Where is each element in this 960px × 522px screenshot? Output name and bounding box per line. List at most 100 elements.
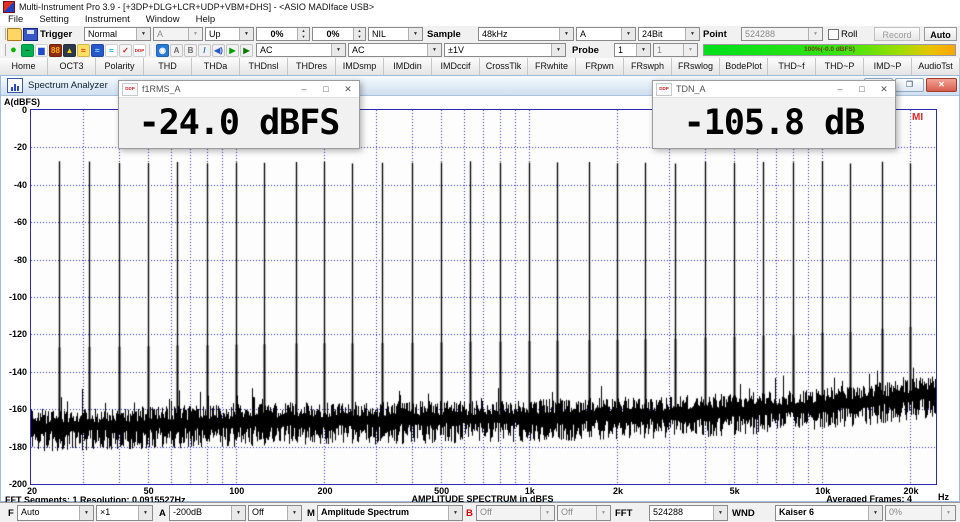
trigger-source-select[interactable]: A▼ (153, 27, 203, 41)
tab-audiotst[interactable]: AudioTst (912, 58, 960, 75)
amplitude-range-select[interactable]: -200dB▼ (169, 505, 246, 521)
close-button[interactable]: ✕ (873, 84, 895, 95)
close-button[interactable]: ✕ (337, 84, 359, 95)
multimeter-icon[interactable]: 88 (49, 44, 62, 57)
menu-setting[interactable]: Setting (31, 14, 77, 25)
y-tick-label: -180 (1, 442, 27, 452)
fft-size-select[interactable]: 524288▼ (649, 505, 728, 521)
maximize-button[interactable]: □ (315, 84, 337, 94)
tab-frswlog[interactable]: FRswlog (672, 58, 720, 75)
window-function-select[interactable]: Kaiser 6▼ (775, 505, 883, 521)
ddp-viewer-icon[interactable]: ≈ (91, 44, 104, 57)
ddp-titlebar[interactable]: DDP TDN_A – □ ✕ (653, 81, 895, 98)
instrument-icon-tray: ●~▆88▲≈≈≈✓DDP◉AB/◀)▶▶ (7, 43, 253, 57)
record-button[interactable]: Record (874, 27, 920, 41)
frequency-axis-label: F (8, 508, 14, 519)
tab-imd-p[interactable]: IMD~P (864, 58, 912, 75)
minimize-button[interactable]: – (293, 84, 315, 94)
probe-b-select[interactable]: 1▼ (653, 43, 698, 57)
sampling-rate-select[interactable]: 48kHz▼ (478, 27, 574, 41)
oscilloscope-icon[interactable]: ~ (21, 44, 34, 57)
frequency-axis-select[interactable]: Auto▼ (17, 505, 94, 521)
data-logger-icon[interactable]: ≈ (77, 44, 90, 57)
tab-thd[interactable]: THD (144, 58, 192, 75)
sampling-toolbar: Trigger Normal▼ A▼ Up▼ 0%▲▼ 0%▲▼ NIL▼ Sa… (0, 26, 960, 43)
frequency-zoom-select[interactable]: ×1▼ (96, 505, 153, 521)
tab-thd-p[interactable]: THD~P (816, 58, 864, 75)
trigger-edge-select[interactable]: Up▼ (205, 27, 254, 41)
ddp-titlebar[interactable]: DDP f1RMS_A – □ ✕ (119, 81, 359, 98)
spectrum-analyzer-icon[interactable]: ▆ (35, 44, 48, 57)
trigger-delay-input[interactable]: 0%▲▼ (312, 27, 366, 41)
roll-checkbox[interactable] (828, 29, 839, 40)
window-function-label: WND (732, 508, 755, 519)
menu-window[interactable]: Window (138, 14, 188, 25)
view-mode-select[interactable]: Amplitude Spectrum▼ (317, 505, 463, 521)
toolbar-grip[interactable] (1, 44, 6, 56)
sampling-channel-select[interactable]: A▼ (576, 27, 636, 41)
menu-instrument[interactable]: Instrument (77, 14, 138, 25)
calibration-icon[interactable]: ◉ (156, 44, 169, 57)
probe-setup-icon[interactable]: / (198, 44, 211, 57)
tab-frpwn[interactable]: FRpwn (576, 58, 624, 75)
input-level-meter: 100%(-0.0 dBFS) (703, 44, 956, 56)
tab-bodeplot[interactable]: BodePlot (720, 58, 768, 75)
y-tick-label: -100 (1, 292, 27, 302)
menu-file[interactable]: File (0, 14, 31, 25)
overlap-select[interactable]: 0%▼ (885, 505, 956, 521)
amplitude-mode-select[interactable]: Off▼ (248, 505, 302, 521)
marker-a-icon[interactable]: A (170, 44, 183, 57)
sound-output-icon[interactable]: ◀) (212, 44, 225, 57)
auto-button[interactable]: Auto (924, 27, 957, 41)
instrument-toolbar: ●~▆88▲≈≈≈✓DDP◉AB/◀)▶▶ AC▼ AC▼ ±1V▼ Probe… (0, 42, 960, 59)
ddp-value: -105.8 dB (653, 98, 895, 148)
tab-imdsmp[interactable]: IMDsmp (336, 58, 384, 75)
close-button[interactable]: ✕ (926, 78, 957, 92)
run-indicator-icon[interactable]: ● (7, 44, 20, 57)
tab-imdccif[interactable]: IMDccif (432, 58, 480, 75)
tab-polarity[interactable]: Polarity (96, 58, 144, 75)
play-b-icon[interactable]: ▶ (240, 44, 253, 57)
device-test-plan-icon[interactable]: ✓ (119, 44, 132, 57)
tab-crosstlk[interactable]: CrossTlk (480, 58, 528, 75)
save-icon[interactable] (23, 28, 38, 41)
bit-resolution-select[interactable]: 24Bit▼ (638, 27, 700, 41)
toolbar-separator (149, 44, 153, 56)
coupling-b-select[interactable]: AC▼ (348, 43, 442, 57)
tab-frswph[interactable]: FRswph (624, 58, 672, 75)
range-a-select[interactable]: ±1V▼ (444, 43, 566, 57)
tab-thdres[interactable]: THDres (288, 58, 336, 75)
spectrum-window-icon (7, 78, 23, 93)
tab-thda[interactable]: THDa (192, 58, 240, 75)
tab-oct3[interactable]: OCT3 (48, 58, 96, 75)
menu-help[interactable]: Help (188, 14, 224, 25)
ddp-array-viewer-icon[interactable]: DDP (133, 44, 146, 57)
open-file-icon[interactable] (7, 28, 22, 41)
spectrum-plot[interactable] (30, 109, 937, 485)
minimize-button[interactable]: – (829, 84, 851, 94)
trigger-rejection-select[interactable]: NIL▼ (368, 27, 423, 41)
maximize-button[interactable]: □ (851, 84, 873, 94)
b-mode-select[interactable]: Off▼ (557, 505, 611, 521)
b-range-select[interactable]: Off▼ (476, 505, 555, 521)
tab-frwhite[interactable]: FRwhite (528, 58, 576, 75)
toolbar-grip[interactable] (1, 28, 6, 40)
y-tick-label: 0 (1, 105, 27, 115)
tab-thdnsl[interactable]: THDnsl (240, 58, 288, 75)
play-a-icon[interactable]: ▶ (226, 44, 239, 57)
spectrum-3d-plot-icon[interactable]: ▲ (63, 44, 76, 57)
tab-thd-f[interactable]: THD~f (768, 58, 816, 75)
derived-data-curve-icon[interactable]: ≈ (105, 44, 118, 57)
coupling-a-select[interactable]: AC▼ (256, 43, 346, 57)
restore-button[interactable]: ❐ (895, 78, 924, 92)
marker-b-icon[interactable]: B (184, 44, 197, 57)
app-icon (3, 1, 15, 13)
trigger-level-input[interactable]: 0%▲▼ (256, 27, 310, 41)
window-title: Multi-Instrument Pro 3.9 - [+3DP+DLG+LCR… (19, 2, 374, 12)
probe-a-select[interactable]: 1▼ (614, 43, 651, 57)
trigger-mode-select[interactable]: Normal▼ (84, 27, 151, 41)
tab-imddin[interactable]: IMDdin (384, 58, 432, 75)
tab-home[interactable]: Home (0, 58, 48, 75)
spectrum-canvas[interactable] (31, 110, 936, 484)
record-length-select[interactable]: 524288▼ (741, 27, 823, 41)
